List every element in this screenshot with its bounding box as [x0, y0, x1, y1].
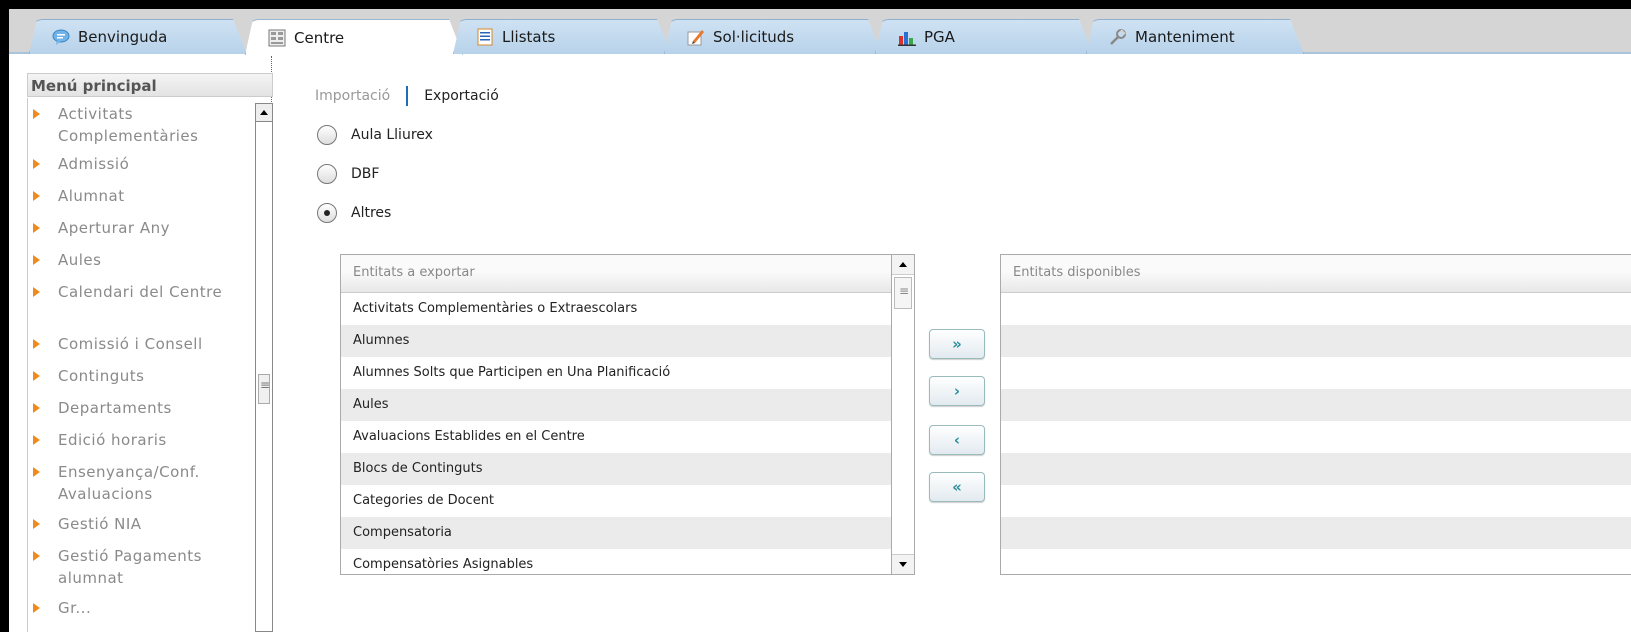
add-all-button[interactable]: »: [929, 329, 985, 359]
scroll-thumb[interactable]: [894, 277, 912, 309]
tab-llistats[interactable]: Llistats: [453, 19, 671, 54]
radio-circle[interactable]: [317, 203, 337, 223]
radio-circle[interactable]: [317, 125, 337, 145]
export-entities-list[interactable]: Entitats a exportar Activitats Complemen…: [340, 254, 915, 575]
tab-label: Benvinguda: [78, 28, 168, 46]
export-list-header: Entitats a exportar: [341, 255, 914, 293]
tab-label: Sol·licituds: [713, 28, 795, 46]
arrow-bullet-icon: [33, 551, 40, 561]
add-one-button[interactable]: ›: [929, 376, 985, 406]
double-chevron-left-icon: «: [952, 478, 962, 496]
arrow-bullet-icon: [33, 371, 40, 381]
list-item[interactable]: Avaluacions Establides en el Centre: [341, 421, 891, 453]
tab-label: Llistats: [502, 28, 556, 46]
wrench-icon: [1109, 28, 1127, 46]
building-grid-icon: [268, 29, 286, 47]
app-window: Benvinguda Centre Llistats Sol·licituds …: [9, 9, 1631, 632]
radio-label: Aula Lliurex: [351, 127, 433, 143]
arrow-bullet-icon: [33, 435, 40, 445]
scroll-thumb[interactable]: [258, 374, 270, 404]
tab-label: Centre: [294, 28, 345, 47]
radio-dbf[interactable]: DBF: [317, 164, 379, 184]
chevron-left-icon: ‹: [953, 431, 961, 449]
list-item[interactable]: Aules: [341, 389, 891, 421]
remove-one-button[interactable]: ‹: [929, 425, 985, 455]
main-content: Importació Exportació Aula Lliurex DBF A…: [281, 56, 1631, 632]
bar-chart-icon: [898, 28, 916, 46]
sidebar-scrollbar[interactable]: [255, 103, 273, 632]
sidebar: Menú principal Activitats Complementàrie…: [9, 56, 273, 632]
list-item[interactable]: Alumnes: [341, 325, 891, 357]
sidebar-title: Menú principal: [27, 73, 273, 97]
empty-row: [1001, 485, 1631, 517]
empty-row: [1001, 357, 1631, 389]
tab-manteniment[interactable]: Manteniment: [1086, 19, 1304, 54]
chat-bubble-icon: [52, 28, 70, 46]
arrow-bullet-icon: [33, 287, 40, 297]
radio-altres[interactable]: Altres: [317, 203, 391, 223]
empty-row: [1001, 453, 1631, 485]
arrow-bullet-icon: [33, 467, 40, 477]
empty-row: [1001, 325, 1631, 357]
arrow-bullet-icon: [33, 191, 40, 201]
tab-sol-licituds[interactable]: Sol·licituds: [664, 19, 882, 54]
arrow-bullet-icon: [33, 159, 40, 169]
radio-label: Altres: [351, 205, 392, 221]
empty-row: [1001, 389, 1631, 421]
scroll-down-arrow-icon[interactable]: [892, 554, 914, 574]
tab-pga[interactable]: PGA: [875, 19, 1093, 54]
list-item[interactable]: Alumnes Solts que Participen en Una Plan…: [341, 357, 891, 389]
arrow-bullet-icon: [33, 109, 40, 119]
tab-bar: Benvinguda Centre Llistats Sol·licituds …: [9, 9, 1631, 54]
list-document-icon: [476, 28, 494, 46]
arrow-bullet-icon: [33, 223, 40, 233]
arrow-bullet-icon: [33, 403, 40, 413]
available-entities-list[interactable]: Entitats disponibles: [1000, 254, 1631, 575]
remove-all-button[interactable]: «: [929, 472, 985, 502]
radio-aula-lliurex[interactable]: Aula Lliurex: [317, 125, 433, 145]
double-chevron-right-icon: »: [952, 335, 962, 353]
list-item[interactable]: Blocs de Continguts: [341, 453, 891, 485]
scroll-up-arrow-icon[interactable]: [256, 104, 272, 122]
export-list-scrollbar[interactable]: [891, 255, 914, 574]
import-export-nav: Importació Exportació: [315, 86, 499, 106]
radio-label: DBF: [351, 166, 380, 182]
empty-row: [1001, 517, 1631, 549]
list-item[interactable]: Compensatoria: [341, 517, 891, 549]
arrow-bullet-icon: [33, 339, 40, 349]
tab-centre[interactable]: Centre: [245, 19, 463, 55]
screen-frame: Benvinguda Centre Llistats Sol·licituds …: [0, 0, 1631, 632]
tab-label: PGA: [924, 28, 955, 46]
nav-separator: [406, 86, 409, 106]
tab-benvinguda[interactable]: Benvinguda: [29, 19, 247, 54]
scroll-up-arrow-icon[interactable]: [892, 255, 914, 275]
import-link[interactable]: Importació: [315, 88, 390, 104]
radio-circle[interactable]: [317, 164, 337, 184]
chevron-right-icon: ›: [953, 382, 961, 400]
arrow-bullet-icon: [33, 255, 40, 265]
list-item[interactable]: Activitats Complementàries o Extraescola…: [341, 293, 891, 325]
pencil-form-icon: [687, 28, 705, 46]
empty-row: [1001, 421, 1631, 453]
arrow-bullet-icon: [33, 603, 40, 613]
empty-row: [1001, 293, 1631, 325]
list-item[interactable]: Categories de Docent: [341, 485, 891, 517]
list-item[interactable]: Compensatòries Asignables: [341, 549, 891, 574]
export-link[interactable]: Exportació: [424, 88, 499, 104]
arrow-bullet-icon: [33, 519, 40, 529]
sidebar-menu-list: Activitats Complementàries Admissió Alum…: [27, 98, 255, 632]
tab-label: Manteniment: [1135, 28, 1235, 46]
available-list-header: Entitats disponibles: [1001, 255, 1631, 293]
